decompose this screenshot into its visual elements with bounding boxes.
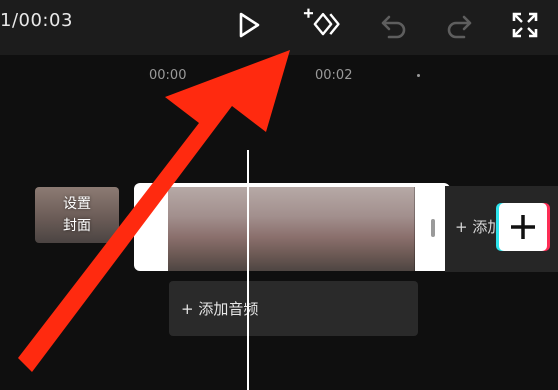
arrow-shape: [18, 50, 290, 372]
red-arrow-annotation: [18, 50, 290, 372]
